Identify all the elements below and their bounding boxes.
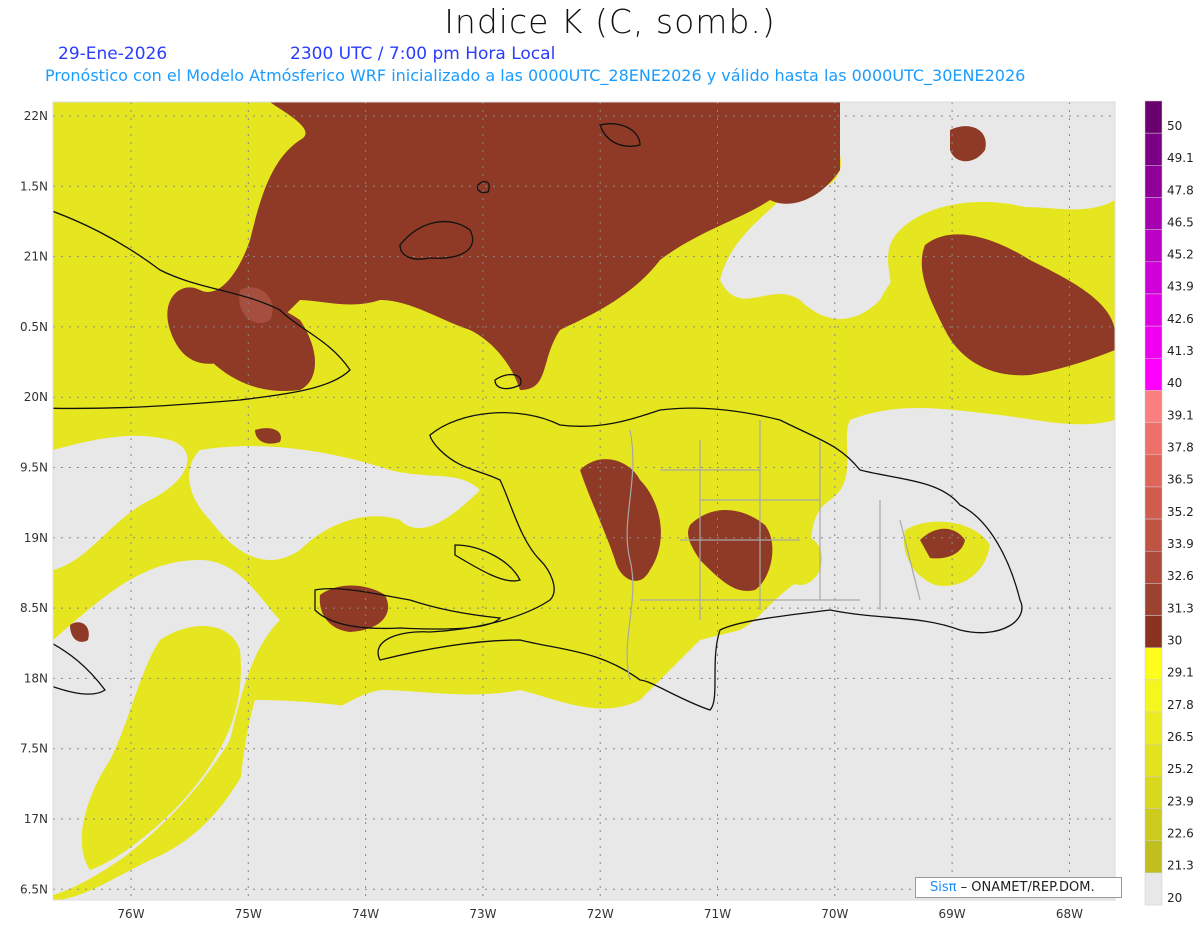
colorbar-swatch bbox=[1144, 518, 1163, 552]
lon-label: 71W bbox=[704, 907, 731, 921]
colorbar-swatch bbox=[1144, 583, 1163, 616]
colorbar-label: 21.3 bbox=[1167, 859, 1194, 873]
lat-label: 17N bbox=[24, 812, 48, 826]
lon-label: 70W bbox=[821, 907, 848, 921]
colorbar-label: 32.6 bbox=[1167, 569, 1194, 583]
map-field bbox=[53, 102, 1115, 900]
colorbar-label: 50 bbox=[1167, 119, 1182, 133]
lon-label: 74W bbox=[352, 907, 379, 921]
lon-label: 75W bbox=[235, 907, 262, 921]
colorbar-swatch bbox=[1144, 358, 1163, 391]
colorbar-label: 41.3 bbox=[1167, 344, 1194, 358]
colorbar-swatch bbox=[1144, 325, 1163, 359]
colorbar-swatch bbox=[1144, 165, 1163, 198]
lat-label: 6.5N bbox=[20, 882, 48, 896]
colorbar-label: 23.9 bbox=[1167, 794, 1194, 808]
colorbar-swatch bbox=[1144, 229, 1163, 263]
lon-label: 68W bbox=[1056, 907, 1083, 921]
forecast-time: 2300 UTC / 7:00 pm Hora Local bbox=[290, 44, 556, 64]
lon-label: 76W bbox=[117, 907, 144, 921]
colorbar-swatch bbox=[1144, 261, 1163, 295]
colorbar-swatch bbox=[1144, 454, 1163, 488]
colorbar-swatch bbox=[1144, 197, 1163, 230]
colorbar-label: 31.3 bbox=[1167, 601, 1194, 615]
colorbar-label: 37.8 bbox=[1167, 441, 1194, 455]
colorbar-swatch bbox=[1144, 550, 1163, 584]
colorbar-label: 20 bbox=[1167, 891, 1182, 905]
colorbar-label: 27.8 bbox=[1167, 698, 1194, 712]
lat-label: 1.5N bbox=[20, 179, 48, 193]
colorbar-label: 29.1 bbox=[1167, 666, 1194, 680]
colorbar-label: 33.9 bbox=[1167, 537, 1194, 551]
k-index-map: 22N 1.5N 21N 0.5N 20N 9.5N 19N 8.5N 18N 7.5N 17N 6.… bbox=[20, 100, 1194, 921]
colorbar-label: 43.9 bbox=[1167, 280, 1194, 294]
colorbar-label: 36.5 bbox=[1167, 473, 1194, 487]
credit-box: Sisπ – ONAMET/REP.DOM. bbox=[915, 877, 1122, 898]
colorbar-swatch bbox=[1144, 293, 1163, 327]
colorbar-swatch bbox=[1144, 132, 1163, 166]
lat-label: 21N bbox=[24, 250, 48, 264]
credit-org: – ONAMET/REP.DOM. bbox=[956, 880, 1095, 895]
colorbar-swatch bbox=[1144, 872, 1163, 906]
colorbar-swatch bbox=[1144, 679, 1163, 713]
colorbar-label: 39.1 bbox=[1167, 408, 1194, 422]
lat-label: 0.5N bbox=[20, 320, 48, 334]
lat-label: 8.5N bbox=[20, 601, 48, 615]
colorbar-label: 35.2 bbox=[1167, 505, 1194, 519]
colorbar-swatch bbox=[1144, 840, 1163, 874]
colorbar-label: 30 bbox=[1167, 634, 1182, 648]
lat-label: 22N bbox=[24, 109, 48, 123]
colorbar-swatch bbox=[1144, 776, 1163, 809]
forecast-date: 29-Ene-2026 bbox=[58, 44, 168, 64]
colorbar-swatch bbox=[1144, 390, 1163, 423]
colorbar-swatch bbox=[1144, 486, 1163, 520]
lon-label: 72W bbox=[587, 907, 614, 921]
lon-label: 73W bbox=[469, 907, 496, 921]
colorbar-label: 49.1 bbox=[1167, 151, 1194, 165]
colorbar-label: 26.5 bbox=[1167, 730, 1194, 744]
colorbar-swatch bbox=[1144, 615, 1163, 648]
map-title: Indice K (C, somb.) bbox=[444, 2, 776, 41]
lat-label: 7.5N bbox=[20, 742, 48, 756]
lat-label: 19N bbox=[24, 531, 48, 545]
lon-label: 69W bbox=[939, 907, 966, 921]
colorbar: 50 49.1 47.8 46.5 45.2 43.9 42.6 41.3 40 39.1 37.8… bbox=[1144, 100, 1194, 906]
colorbar-label: 47.8 bbox=[1167, 183, 1194, 197]
lat-label: 20N bbox=[24, 390, 48, 404]
sispi-logo-text: Sisπ bbox=[930, 880, 957, 895]
lat-label: 18N bbox=[24, 671, 48, 685]
colorbar-label: 42.6 bbox=[1167, 312, 1194, 326]
model-description: Pronóstico con el Modelo Atmósferico WRF… bbox=[45, 66, 1026, 85]
colorbar-swatch bbox=[1144, 422, 1163, 456]
colorbar-swatch bbox=[1144, 100, 1163, 134]
colorbar-swatch bbox=[1144, 711, 1163, 745]
colorbar-swatch bbox=[1144, 743, 1163, 777]
colorbar-label: 46.5 bbox=[1167, 215, 1194, 229]
colorbar-label: 22.6 bbox=[1167, 826, 1194, 840]
colorbar-label: 45.2 bbox=[1167, 248, 1194, 262]
colorbar-label: 40 bbox=[1167, 376, 1182, 390]
lat-label: 9.5N bbox=[20, 461, 48, 475]
colorbar-swatch bbox=[1144, 808, 1163, 841]
colorbar-label: 25.2 bbox=[1167, 762, 1194, 776]
colorbar-swatch bbox=[1144, 647, 1163, 681]
